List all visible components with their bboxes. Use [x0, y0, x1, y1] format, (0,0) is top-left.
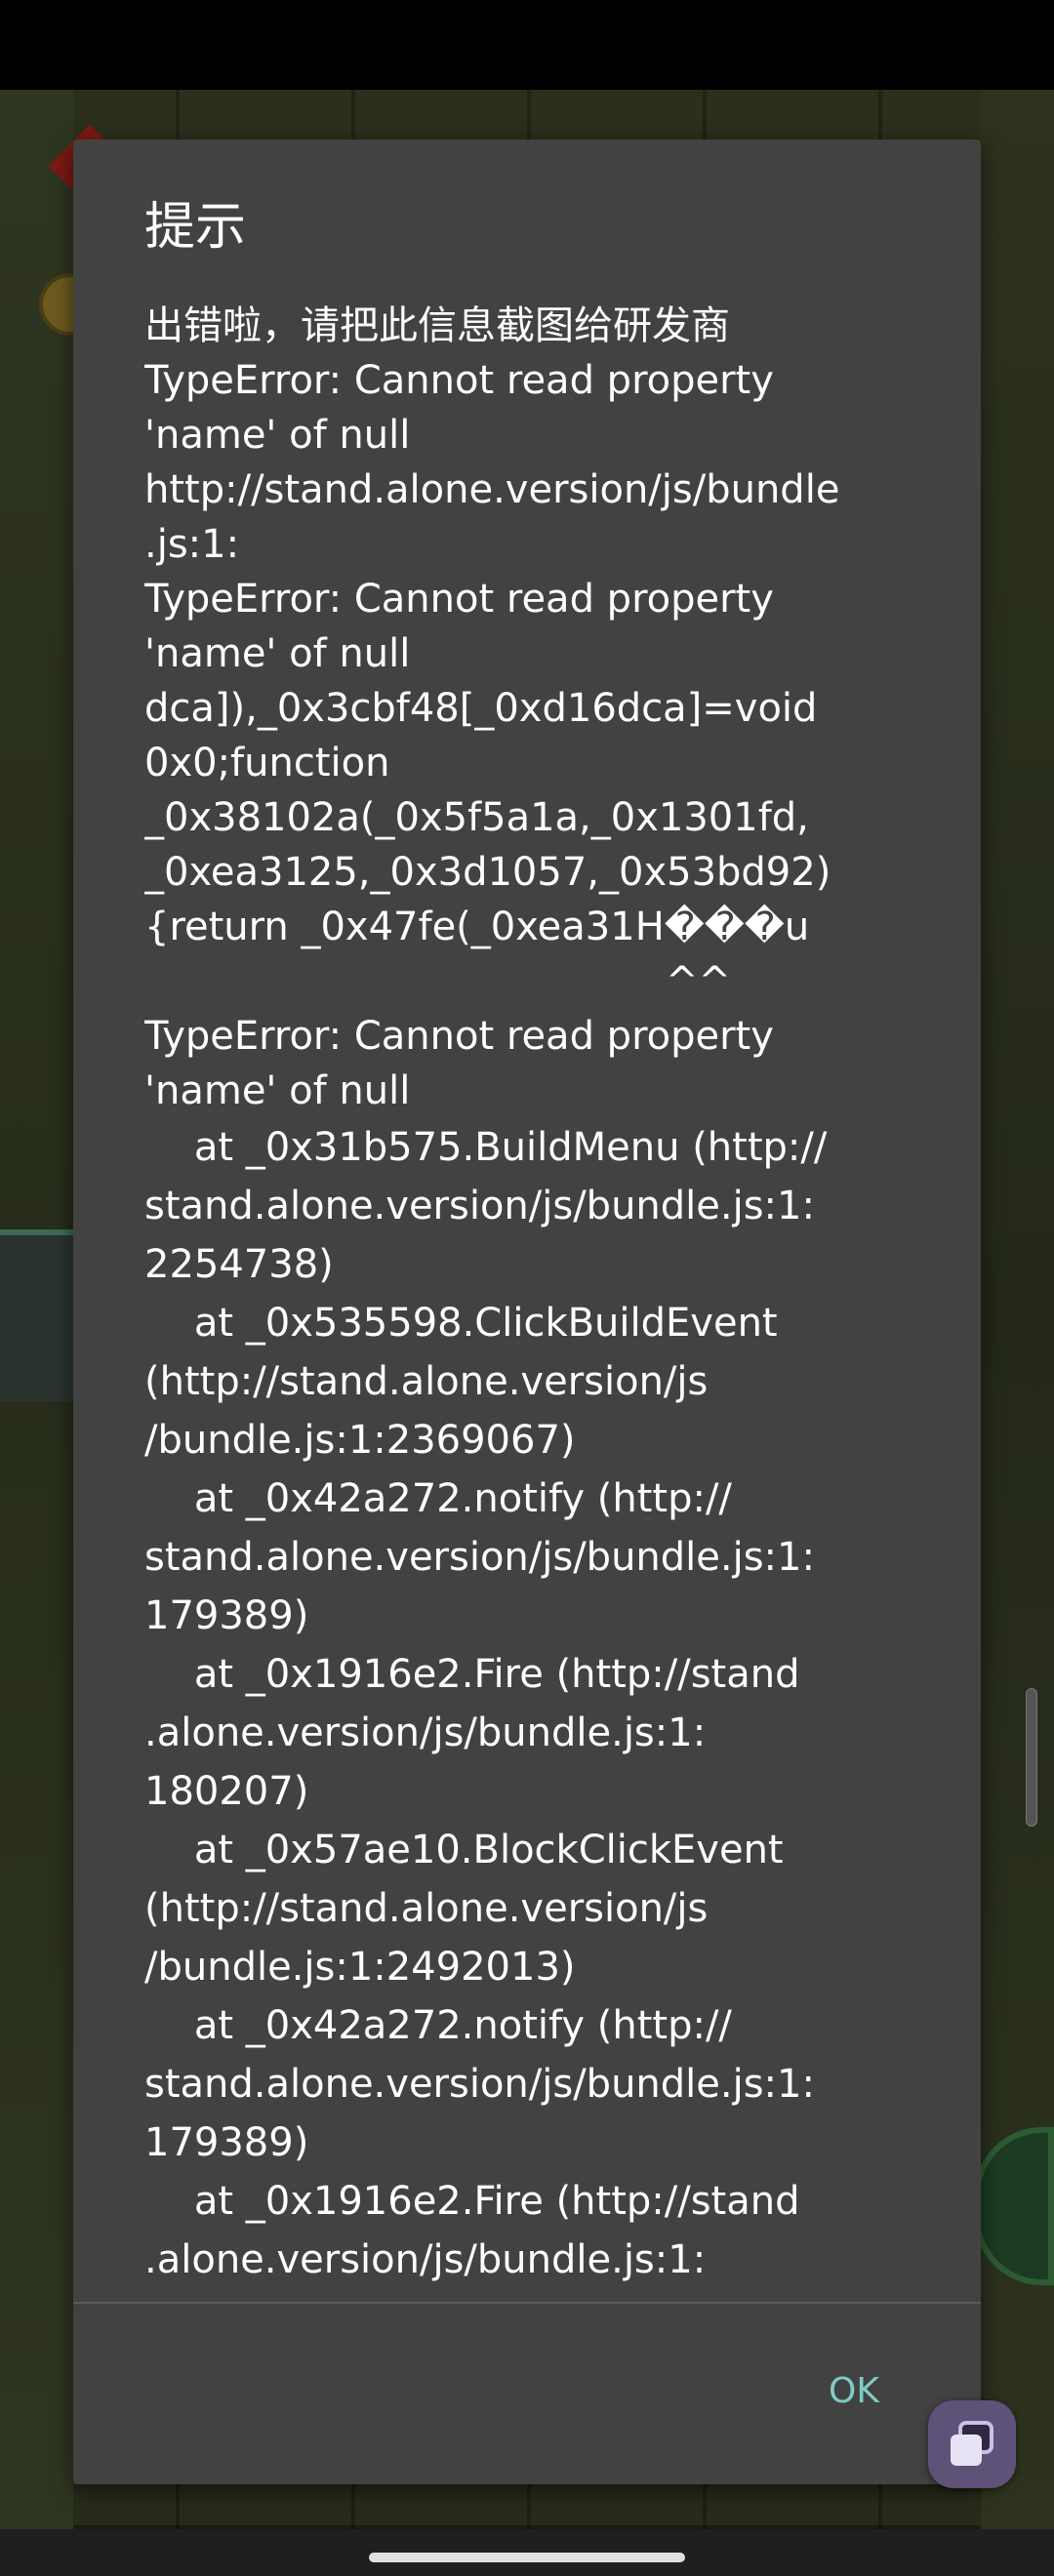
message-line: at _0x535598.ClickBuildEvent [144, 1301, 778, 1346]
message-line: (http://stand.alone.version/js [144, 1886, 709, 1931]
message-line: 179389) [144, 2120, 309, 2165]
message-line: 'name' of null [144, 631, 411, 676]
message-line: .alone.version/js/bundle.js:1: [144, 2237, 707, 2282]
message-line: _0xea3125,_0x3d1057,_0x53bd92) [144, 850, 831, 895]
scroll-indicator[interactable] [1026, 1688, 1037, 1827]
home-handle[interactable] [369, 2553, 685, 2562]
floating-app-button[interactable] [928, 2400, 1016, 2488]
error-dialog: 提示 出错啦，请把此信息截图给研发商 TypeError: Cannot rea… [73, 140, 981, 2484]
status-bar [0, 0, 1054, 90]
message-line: 0x0;function [144, 741, 390, 785]
message-line: stand.alone.version/js/bundle.js:1: [144, 1535, 815, 1580]
message-line: _0x38102a(_0x5f5a1a,_0x1301fd, [144, 795, 809, 840]
message-line: stand.alone.version/js/bundle.js:1: [144, 2062, 815, 2107]
message-line: .alone.version/js/bundle.js:1: [144, 1711, 707, 1755]
message-line: TypeError: Cannot read property [144, 358, 774, 403]
message-line: /bundle.js:1:2369067) [144, 1418, 576, 1463]
message-line: /bundle.js:1:2492013) [144, 1945, 576, 1990]
message-line: http://stand.alone.version/js/bundle [144, 467, 840, 512]
message-line: at _0x1916e2.Fire (http://stand [144, 2179, 800, 2224]
message-line: at _0x42a272.notify (http:// [144, 1476, 732, 1521]
message-line: {return _0x47fe(_0xea31H���u [144, 905, 810, 949]
message-line: at _0x42a272.notify (http:// [144, 2003, 732, 2048]
message-line: TypeError: Cannot read property [144, 577, 774, 622]
overlapping-windows-icon [951, 2421, 993, 2466]
message-line: .js:1: [144, 522, 240, 567]
message-line: at _0x31b575.BuildMenu (http:// [144, 1125, 828, 1170]
message-line: 2254738) [144, 1242, 334, 1287]
game-door [0, 1229, 78, 1401]
message-line: 'name' of null [144, 1068, 411, 1113]
error-message[interactable]: 出错啦，请把此信息截图给研发商 TypeError: Cannot read p… [144, 299, 925, 2442]
dialog-title: 提示 [144, 198, 247, 257]
message-line: 180207) [144, 1769, 309, 1814]
message-line: stand.alone.version/js/bundle.js:1: [144, 1184, 815, 1228]
message-line: ^^ [144, 959, 732, 1004]
navigation-bar [0, 2529, 1054, 2576]
message-line: 出错啦，请把此信息截图给研发商 [144, 303, 730, 348]
message-line: at _0x57ae10.BlockClickEvent [144, 1828, 784, 1872]
message-line: 179389) [144, 1593, 309, 1638]
ok-button[interactable]: OK [800, 2354, 908, 2430]
message-line: at _0x1916e2.Fire (http://stand [144, 1652, 800, 1697]
message-line: dca]),_0x3cbf48[_0xd16dca]=void [144, 686, 818, 731]
message-line: 'name' of null [144, 413, 411, 458]
message-line: (http://stand.alone.version/js [144, 1359, 709, 1404]
dialog-divider [73, 2302, 981, 2304]
message-line: TypeError: Cannot read property [144, 1014, 774, 1059]
